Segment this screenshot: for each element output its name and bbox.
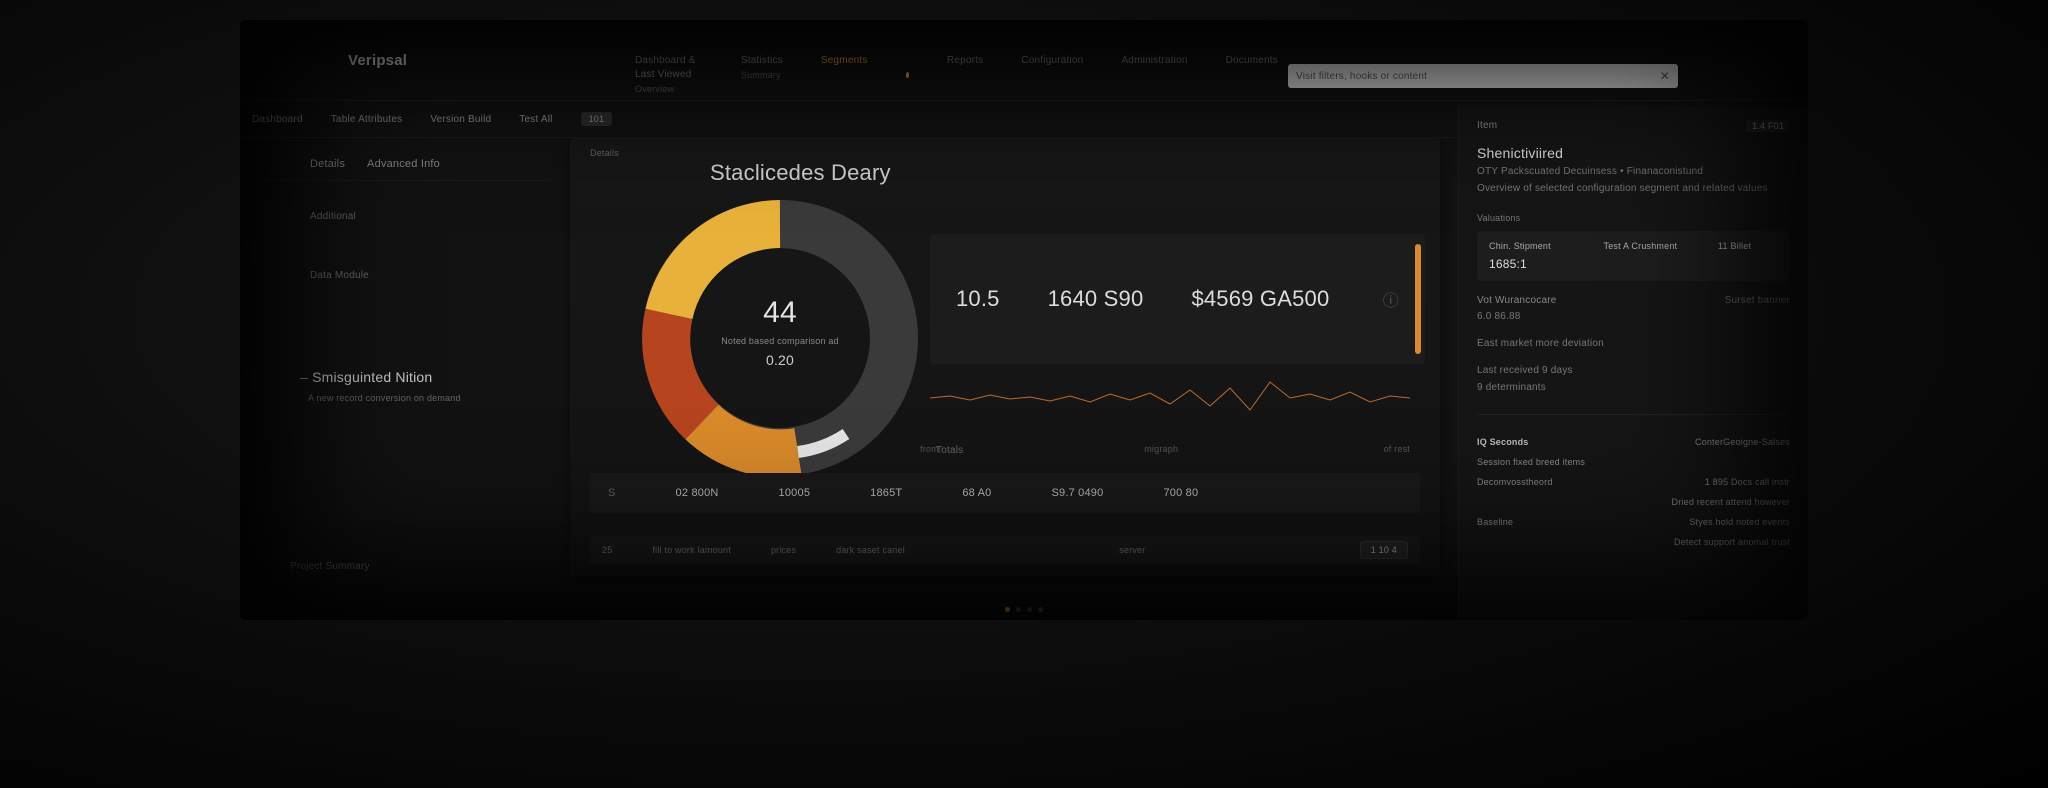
metric-value: 1640 S90 <box>1048 286 1144 312</box>
row-heading: Totals <box>936 445 963 456</box>
right-panel: Item 1.4 F01 Shenictiviired OTY Packscua… <box>1458 106 1808 620</box>
sidebar-item[interactable]: Data Module <box>260 230 550 289</box>
rpanel-small: 6.0 86.88 <box>1477 310 1790 323</box>
list-item: Baseline <box>1477 517 1513 527</box>
subnav-pill: 101 <box>581 112 613 126</box>
nav-active-dot <box>906 72 909 78</box>
list-item: Decomvosstheord <box>1477 477 1553 487</box>
row-edge: S <box>608 487 616 499</box>
main-panel: Details Staclicedes Deary 44 Noted based… <box>570 138 1440 576</box>
rpanel-label: Valuations <box>1477 213 1790 223</box>
axis-label: migraph <box>1144 444 1178 454</box>
bar-value: 25 <box>602 545 612 555</box>
donut-center-label: Noted based comparison ad <box>721 336 839 346</box>
metric-value: $4569 GA500 <box>1191 286 1329 312</box>
scroll-handle[interactable] <box>1415 244 1421 354</box>
rpanel-card[interactable]: Chin. Stipment Test A Crushment 11 Bille… <box>1477 231 1790 281</box>
sidebar-tab[interactable]: Details <box>310 158 345 170</box>
info-icon[interactable]: ⓘ <box>1383 287 1399 311</box>
rpanel-small: 9 determinants <box>1477 381 1790 394</box>
bottom-bar: 25 fill to work lamount prices dark sase… <box>590 536 1420 564</box>
sidebar-footer[interactable]: Project Summary <box>240 531 420 580</box>
row-value: 700 80 <box>1163 487 1198 499</box>
rpanel-tab[interactable]: Item <box>1477 120 1497 131</box>
pair-value: Surset banner <box>1725 295 1790 306</box>
sidebar-heading: Smisguinted Nition <box>300 369 550 385</box>
left-sidebar: Details Advanced Info Additional Data Mo… <box>240 138 570 620</box>
axis-label: of rest <box>1384 444 1410 454</box>
row-value: 10005 <box>779 487 811 499</box>
sect-head: IQ Seconds <box>1477 437 1529 447</box>
rpanel-desc: Overview of selected configuration segme… <box>1477 182 1790 195</box>
nav-item[interactable]: StatisticsSummary <box>741 54 783 96</box>
nav-item[interactable]: Configuration <box>1021 54 1083 96</box>
rpanel-small: East market more deviation <box>1477 337 1790 350</box>
pair-label: Vot Wurancocare <box>1477 295 1557 306</box>
row-value: S9.7 0490 <box>1051 487 1103 499</box>
card-value: 1685:1 <box>1489 257 1598 271</box>
donut-center-value: 44 <box>721 296 839 330</box>
pager-dots[interactable] <box>1005 607 1043 612</box>
nav-item[interactable]: Dashboard & Last ViewedOverview <box>635 54 703 96</box>
sidebar-desc: A new record conversion on demand <box>308 393 550 403</box>
bar-right: server <box>1119 545 1145 555</box>
chart-title: Staclicedes Deary <box>710 160 891 186</box>
list-item: Detect support anomal trust <box>1674 537 1790 547</box>
totals-row: Totals S 02 800N 10005 1865T 68 A0 S9.7 … <box>590 473 1420 513</box>
sidebar-tab[interactable]: Advanced Info <box>367 158 440 170</box>
subnav-item[interactable]: Test All <box>519 114 552 125</box>
row-value: 1865T <box>870 487 902 499</box>
bar-value: prices <box>771 545 796 555</box>
sidebar-item[interactable]: Additional <box>260 181 550 230</box>
metric-value: 10.5 <box>956 286 1000 312</box>
brand-title: Veripsal <box>348 52 407 69</box>
row-value: 02 800N <box>676 487 719 499</box>
subnav-item[interactable]: Version Build <box>430 114 491 125</box>
nav-item[interactable]: Segments <box>821 54 868 96</box>
rpanel-small: Last received 9 days <box>1477 364 1790 377</box>
rpanel-chip: 1.4 F01 <box>1746 120 1790 132</box>
list-item: Session fixed breed items <box>1477 457 1585 467</box>
nav-item[interactable]: Administration <box>1121 54 1187 96</box>
search-placeholder: Visit filters, hooks or content <box>1296 71 1427 82</box>
list-item: Styes hold noted events <box>1689 517 1790 527</box>
search-input[interactable]: Visit filters, hooks or content ✕ <box>1288 64 1678 88</box>
sect-head: ConterGeoigne-Salses <box>1695 437 1790 447</box>
list-item: Dried recent attend however <box>1672 497 1790 507</box>
rpanel-subtitle: OTY Packscuated Decuinsess • Finanaconis… <box>1477 165 1790 178</box>
sparkline-chart <box>930 338 1410 458</box>
subnav-item[interactable]: Table Attributes <box>331 114 403 125</box>
donut-center-sub: 0.20 <box>721 352 839 368</box>
subnav-item[interactable]: Dashboard <box>252 114 303 125</box>
top-nav: Dashboard & Last ViewedOverview Statistic… <box>635 54 1278 96</box>
panel-tag: Details <box>590 148 619 158</box>
row-value: 68 A0 <box>962 487 991 499</box>
nav-item[interactable]: Reports <box>947 54 983 96</box>
rpanel-title: Shenictiviired <box>1477 145 1790 161</box>
nav-item[interactable]: Documents <box>1226 54 1278 96</box>
card-col: Test A Crushment <box>1604 241 1713 251</box>
bar-value: dark saset canel <box>836 545 905 555</box>
card-col: 11 Billet <box>1718 241 1778 251</box>
action-button[interactable]: 1 10 4 <box>1360 541 1408 559</box>
donut-chart: 44 Noted based comparison ad 0.20 <box>630 188 930 488</box>
list-item: 1 895 Docs call instr <box>1705 477 1790 487</box>
clear-icon[interactable]: ✕ <box>1660 69 1670 83</box>
bar-value: fill to work lamount <box>652 545 731 555</box>
card-col: Chin. Stipment <box>1489 241 1598 251</box>
